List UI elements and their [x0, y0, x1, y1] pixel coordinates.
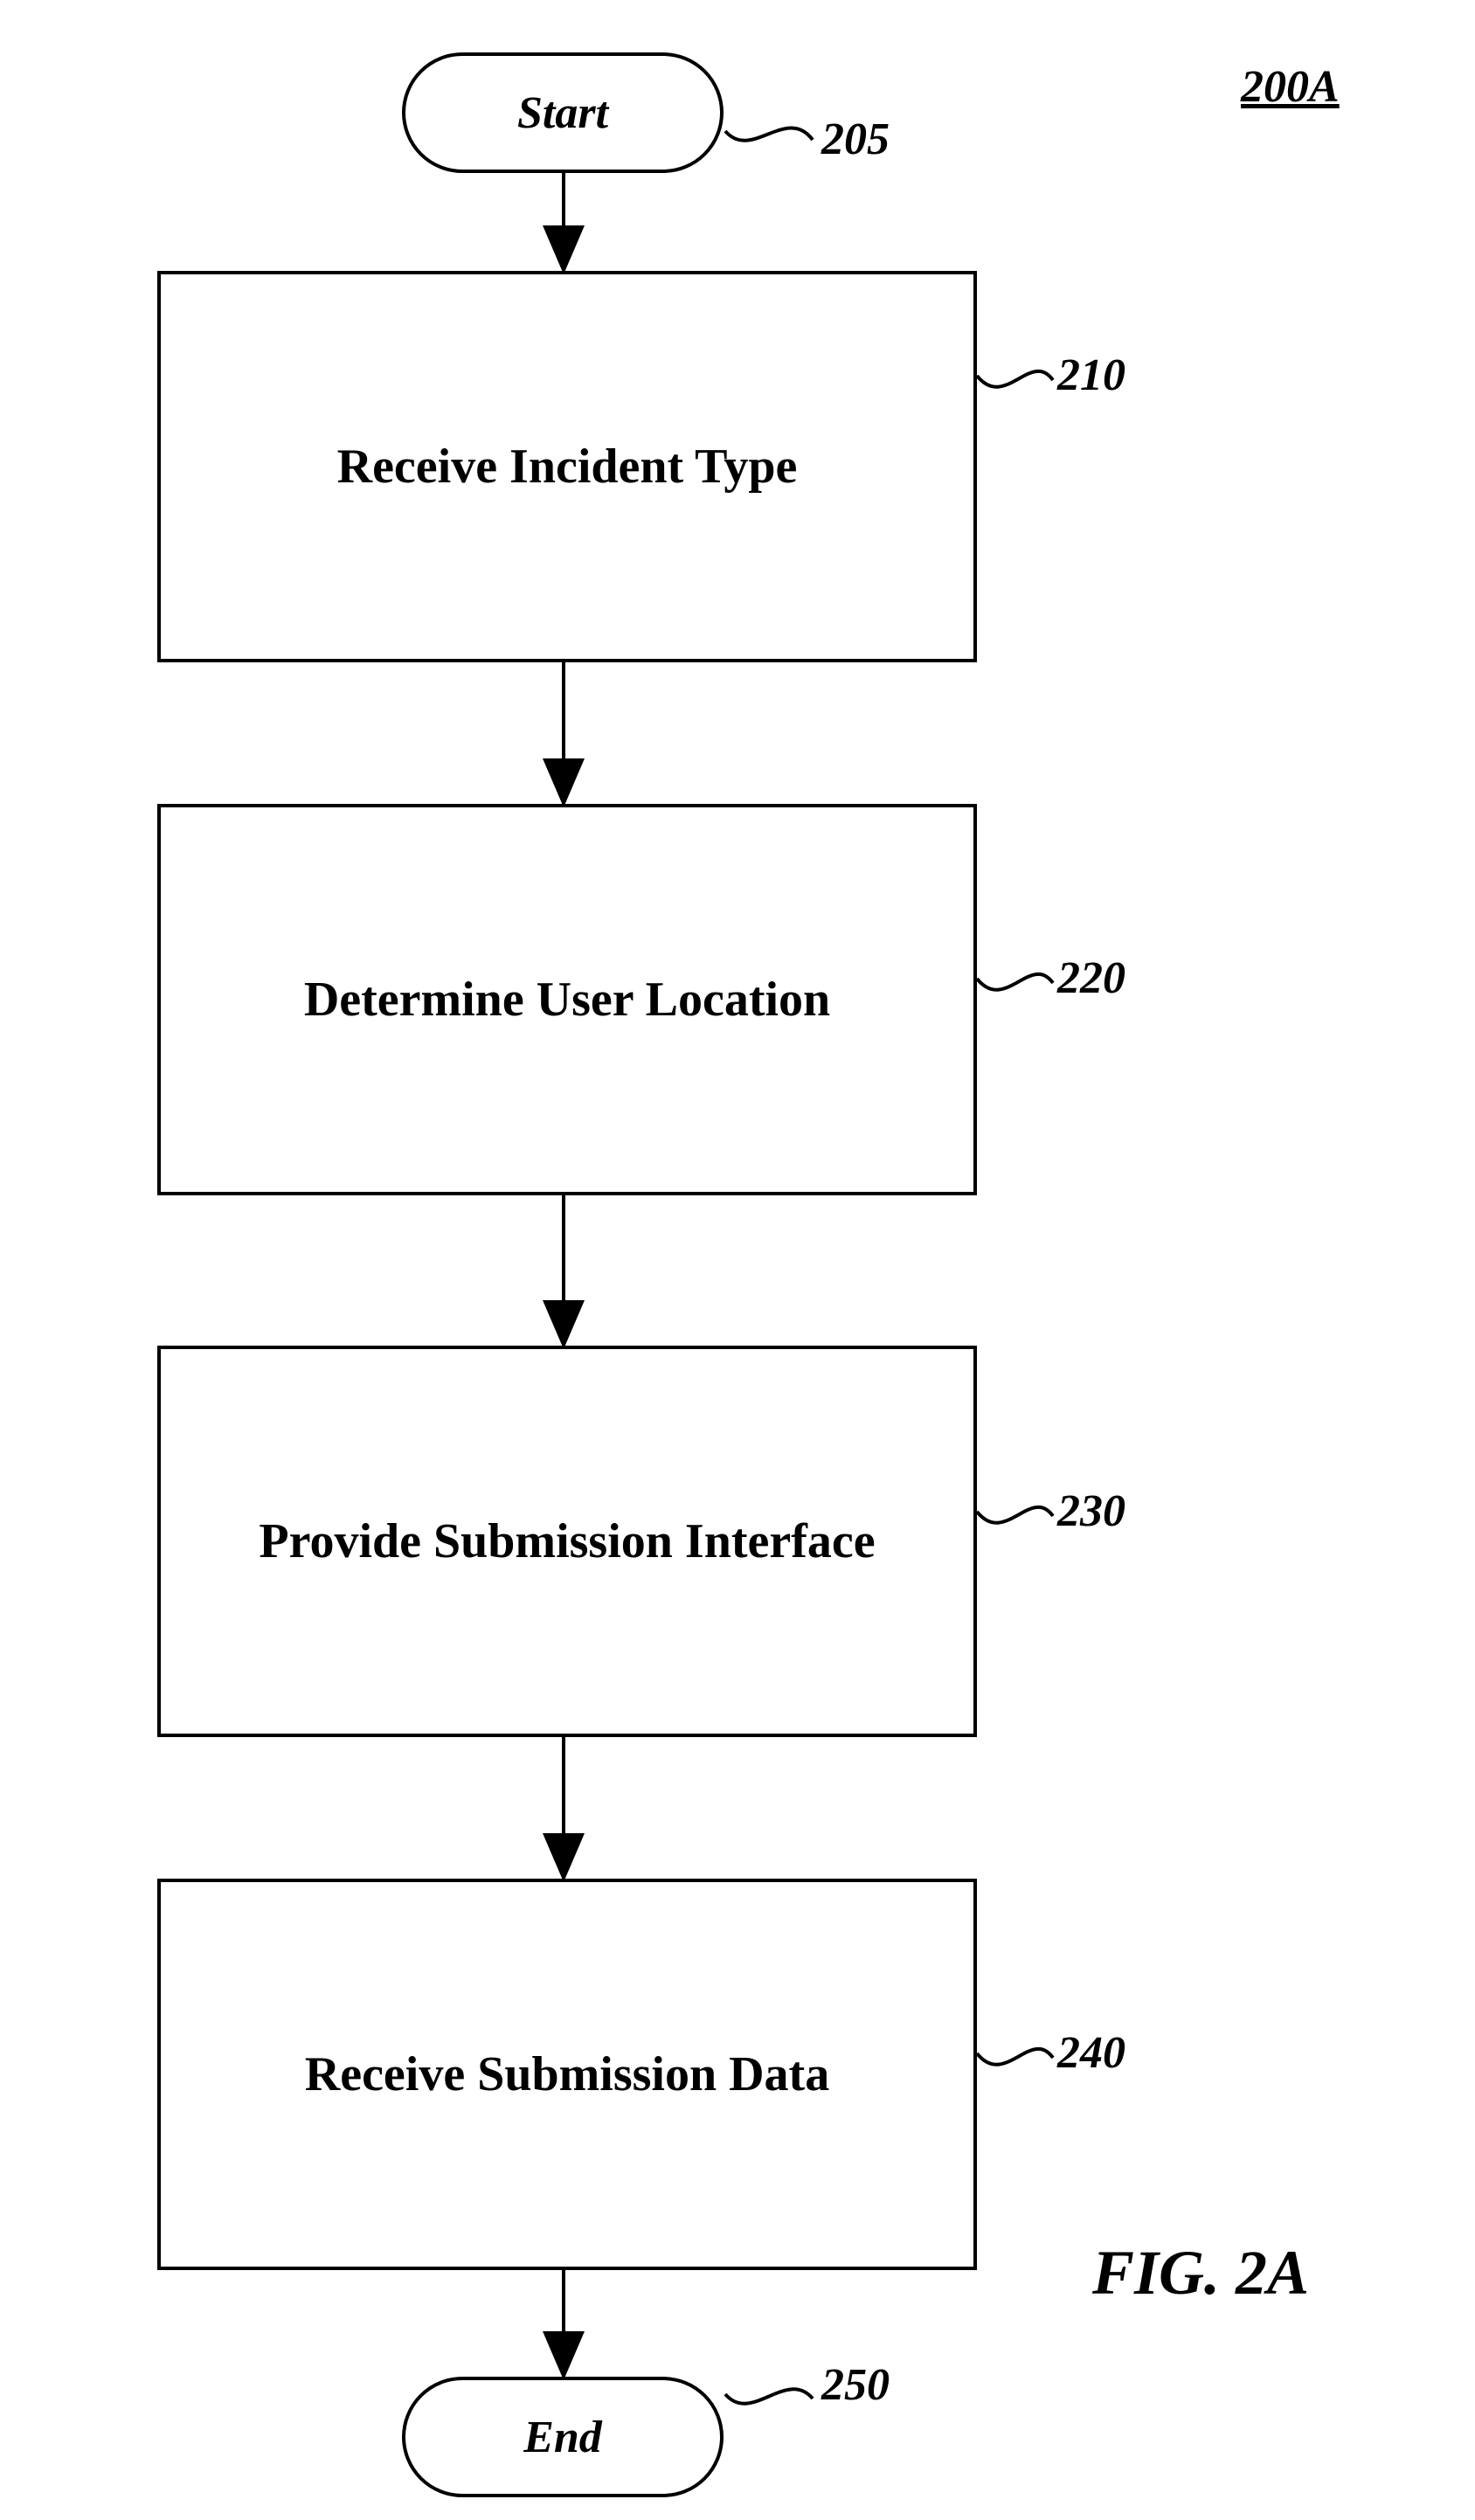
process-step3-label: Provide Submission Interface: [259, 1513, 875, 1569]
ref-end: 250: [821, 2359, 890, 2411]
process-step2: Determine User Location: [157, 804, 977, 1195]
terminator-start-label: Start: [517, 87, 608, 139]
callout-step4: [977, 2049, 1053, 2065]
process-step3: Provide Submission Interface: [157, 1346, 977, 1737]
page-ref-label: 200A: [1241, 61, 1340, 113]
flowchart-canvas: 200A Start 205 Receive Incident Type 210…: [0, 0, 1475, 2520]
process-step4-label: Receive Submission Data: [305, 2046, 829, 2102]
ref-step4: 240: [1057, 2027, 1125, 2079]
terminator-start: Start: [402, 52, 724, 173]
process-step1-label: Receive Incident Type: [337, 439, 798, 495]
process-step1: Receive Incident Type: [157, 271, 977, 662]
ref-start: 205: [821, 114, 890, 165]
process-step4: Receive Submission Data: [157, 1879, 977, 2270]
ref-step2: 220: [1057, 952, 1125, 1004]
figure-label: FIG. 2A: [1092, 2237, 1309, 2309]
callout-step3: [977, 1507, 1053, 1523]
process-step2-label: Determine User Location: [304, 972, 830, 1028]
terminator-end-label: End: [523, 2412, 602, 2463]
callout-end: [725, 2389, 813, 2403]
terminator-end: End: [402, 2377, 724, 2497]
ref-step3: 230: [1057, 1485, 1125, 1537]
callout-step2: [977, 974, 1053, 990]
callout-step1: [977, 371, 1053, 387]
ref-step1: 210: [1057, 350, 1125, 401]
callout-start: [725, 128, 813, 140]
